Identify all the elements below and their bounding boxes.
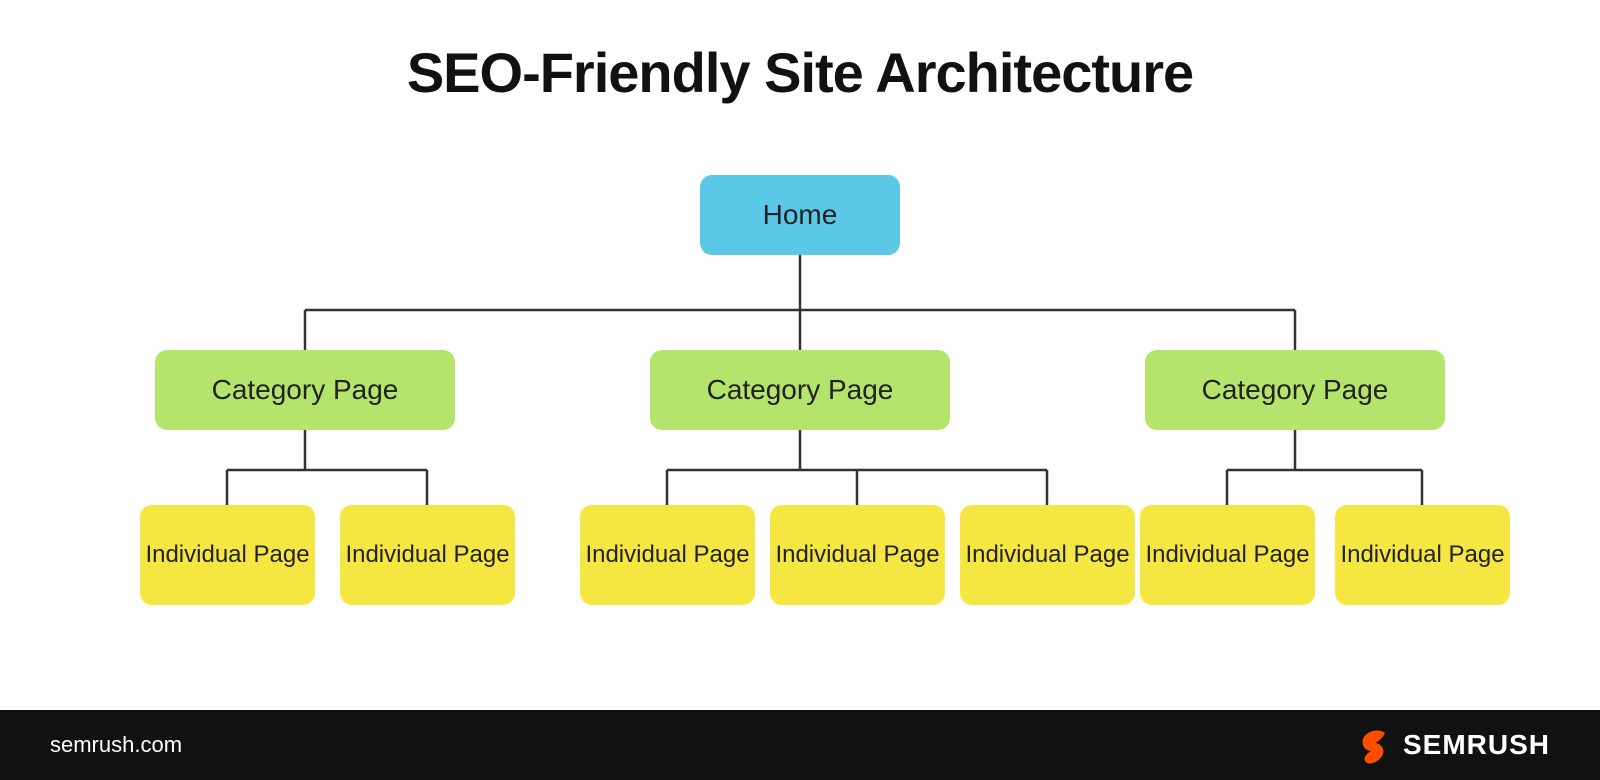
footer: semrush.com SEMRUSH: [0, 710, 1600, 780]
page-title: SEO-Friendly Site Architecture: [407, 40, 1193, 105]
category-node-3: Category Page: [1145, 350, 1445, 430]
individual-page-node-3: Individual Page: [580, 505, 755, 605]
category-node-1: Category Page: [155, 350, 455, 430]
individual-page-node-4: Individual Page: [770, 505, 945, 605]
individual-page-node-1: Individual Page: [140, 505, 315, 605]
category-node-2: Category Page: [650, 350, 950, 430]
main-content: SEO-Friendly Site Architecture: [0, 0, 1600, 710]
footer-url: semrush.com: [50, 732, 182, 758]
individual-page-node-7: Individual Page: [1335, 505, 1510, 605]
home-node: Home: [700, 175, 900, 255]
site-architecture-diagram: Home Category Page Category Page Categor…: [100, 155, 1500, 615]
individual-page-node-5: Individual Page: [960, 505, 1135, 605]
individual-page-node-2: Individual Page: [340, 505, 515, 605]
footer-brand-name: SEMRUSH: [1403, 729, 1550, 761]
individual-page-node-6: Individual Page: [1140, 505, 1315, 605]
semrush-logo-icon: [1353, 725, 1393, 765]
footer-brand: SEMRUSH: [1353, 725, 1550, 765]
